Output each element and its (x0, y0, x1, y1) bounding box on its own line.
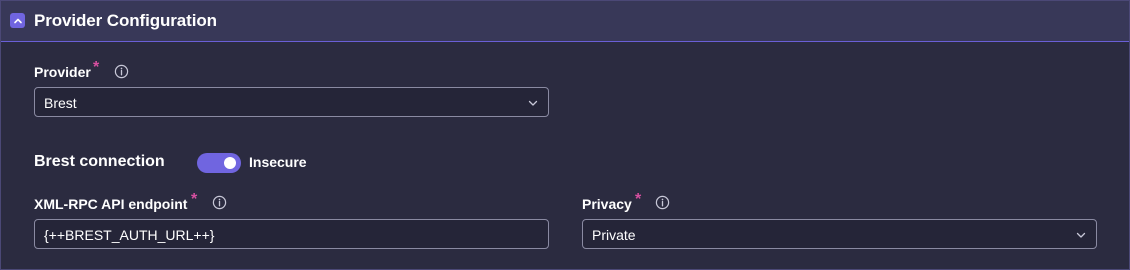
privacy-select-value: Private (592, 227, 636, 243)
required-marker: * (635, 191, 642, 208)
privacy-label: Privacy (582, 196, 632, 212)
panel-title: Provider Configuration (34, 11, 217, 30)
required-marker: * (93, 59, 100, 76)
endpoint-label: XML-RPC API endpoint (34, 196, 188, 212)
provider-configuration-panel: Provider Configuration Provider * Brest … (0, 0, 1130, 270)
chevron-down-icon (528, 100, 538, 106)
info-icon[interactable] (212, 195, 227, 210)
required-marker: * (191, 191, 198, 208)
insecure-toggle[interactable] (197, 153, 241, 173)
info-icon[interactable] (114, 64, 129, 79)
endpoint-input[interactable]: {++BREST_AUTH_URL++} (34, 219, 549, 249)
provider-select-value: Brest (44, 95, 77, 111)
chevron-up-icon (13, 18, 22, 23)
info-icon[interactable] (655, 195, 670, 210)
endpoint-input-value: {++BREST_AUTH_URL++} (44, 227, 215, 243)
provider-select[interactable]: Brest (34, 87, 549, 117)
toggle-knob (224, 157, 236, 169)
insecure-toggle-label: Insecure (249, 154, 307, 170)
privacy-select[interactable]: Private (582, 219, 1097, 249)
collapse-button[interactable] (10, 13, 25, 28)
provider-label: Provider (34, 64, 91, 80)
panel-header[interactable]: Provider Configuration (1, 1, 1129, 42)
chevron-down-icon (1076, 232, 1086, 238)
section-title-brest-connection: Brest connection (34, 153, 165, 170)
